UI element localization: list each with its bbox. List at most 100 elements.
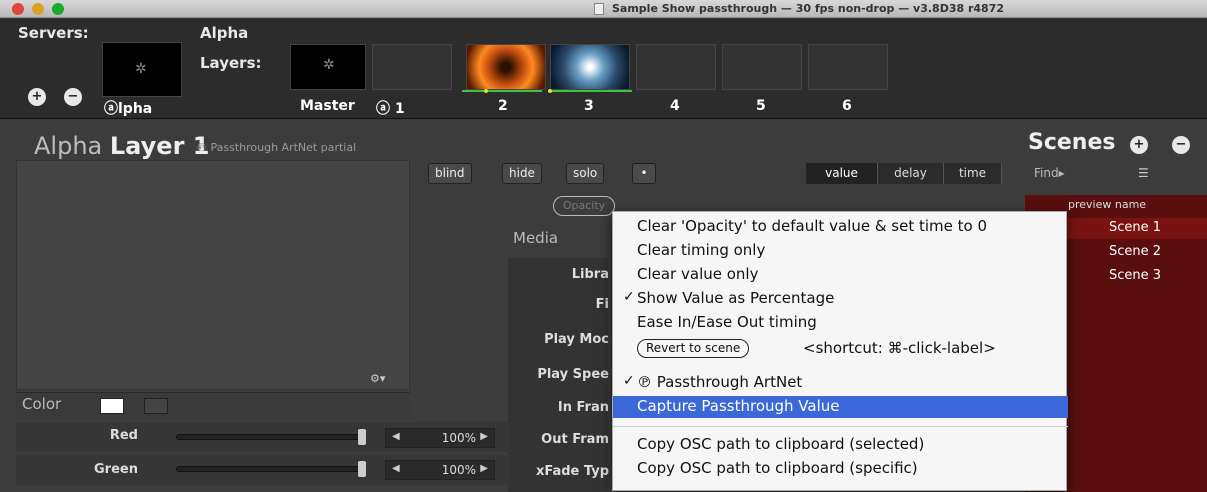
layer-2-progress (462, 90, 542, 92)
color-row (16, 392, 410, 420)
green-slider-track[interactable] (176, 466, 366, 472)
layer-label-6: 6 (842, 98, 852, 114)
filter-list-icon[interactable]: ☰ (1138, 166, 1149, 180)
menu-item-label: Clear value only (637, 265, 759, 283)
layer-preview (16, 160, 410, 390)
layer-tile-6[interactable] (808, 44, 888, 90)
blind-button[interactable]: blind (428, 163, 472, 184)
green-value: 100% (441, 463, 476, 477)
checkmark-icon: ✓ (623, 289, 635, 305)
remove-server-button[interactable]: − (64, 88, 82, 106)
layer-tile-3[interactable] (550, 44, 630, 90)
hide-button[interactable]: hide (502, 163, 542, 184)
scene-name: Scene 2 (1109, 244, 1162, 259)
media-row-file: Fi (595, 297, 609, 312)
minus-icon: − (67, 89, 79, 104)
minus-icon: − (1175, 137, 1187, 152)
green-stepper[interactable]: ◀ 100% ▶ (385, 460, 495, 480)
increment-icon[interactable]: ▶ (480, 463, 488, 474)
revert-to-scene-button[interactable]: Revert to scene (637, 339, 750, 358)
menu-item-copy-osc-specific[interactable]: Copy OSC path to clipboard (specific) (613, 458, 1068, 480)
menu-item-label: Capture Passthrough Value (637, 397, 840, 415)
layer-3-marker (548, 89, 552, 93)
layer-subtitle: ℗ Passthrough ArtNet partial (196, 141, 357, 154)
menu-item-show-percentage[interactable]: ✓ Show Value as Percentage (613, 288, 1068, 310)
layer-2-marker (484, 89, 488, 93)
green-slider-handle[interactable] (358, 461, 366, 477)
layer-tile-4[interactable] (636, 44, 716, 90)
layer-label-master: Master (300, 98, 355, 114)
add-server-button[interactable]: + (28, 88, 46, 106)
logo-icon: ✲ (323, 57, 335, 73)
menu-item-clear-default[interactable]: Clear 'Opacity' to default value & set t… (613, 216, 1068, 238)
add-scene-button[interactable]: + (1130, 136, 1148, 154)
menu-item-revert-to-scene[interactable]: Revert to scene <shortcut: ⌘-click-label… (613, 338, 1068, 360)
media-row-xfade-type: xFade Typ (535, 464, 609, 479)
layer-label-2: 2 (498, 98, 508, 114)
zoom-window-button[interactable] (52, 3, 64, 15)
menu-item-label: ℗ Passthrough ArtNet (637, 373, 803, 391)
menu-item-label: Clear timing only (637, 241, 766, 259)
color-swatch-secondary[interactable] (144, 398, 168, 414)
menu-item-clear-value[interactable]: Clear value only (613, 264, 1068, 286)
menu-item-passthrough-artnet[interactable]: ✓ ℗ Passthrough ArtNet (613, 372, 1068, 394)
layer-tile-1[interactable] (372, 44, 452, 90)
red-slider-track[interactable] (176, 434, 366, 440)
scenes-title-text: Scenes (1028, 130, 1116, 155)
tab-delay[interactable]: delay (878, 163, 944, 184)
scenes-column-header: preview name (1068, 198, 1147, 211)
red-stepper[interactable]: ◀ 100% ▶ (385, 428, 495, 448)
checkmark-icon: ✓ (623, 373, 635, 389)
layer-label-5: 5 (756, 98, 766, 114)
server-thumbnail-alpha[interactable]: ✲ (102, 42, 182, 97)
scene-name: Scene 3 (1109, 268, 1162, 283)
gear-icon[interactable]: ⚙▾ (370, 372, 385, 385)
opacity-label-button[interactable]: Opacity (553, 196, 615, 216)
layer-heading: Alpha Layer 1 (34, 132, 209, 160)
logo-icon: ✲ (135, 61, 147, 77)
scene-name: Scene 1 (1109, 220, 1162, 235)
decrement-icon[interactable]: ◀ (392, 431, 400, 442)
layer-tile-5[interactable] (722, 44, 802, 90)
alpha-label: Alpha (200, 24, 249, 42)
media-row-play-speed: Play Spee (537, 367, 609, 382)
layer-3-progress (548, 90, 632, 92)
tab-time[interactable]: time (944, 163, 1002, 184)
servers-label: Servers: (18, 24, 89, 42)
layer-label-3: 3 (584, 98, 594, 114)
menu-separator (613, 426, 1068, 427)
media-row-library: Libra (571, 267, 609, 282)
menu-item-ease-timing[interactable]: Ease In/Ease Out timing (613, 312, 1068, 334)
layer-label-4: 4 (670, 98, 680, 114)
remove-scene-button[interactable]: − (1172, 136, 1190, 154)
increment-icon[interactable]: ▶ (480, 431, 488, 442)
menu-item-capture-passthrough[interactable]: Capture Passthrough Value (613, 396, 1068, 418)
menu-item-shortcut: <shortcut: ⌘-click-label> (803, 339, 996, 357)
layer-heading-main: Layer 1 (109, 132, 210, 160)
dot-button[interactable]: • (632, 163, 656, 184)
layer-thumbnail-master[interactable]: ✲ (290, 44, 366, 90)
media-section-label: Media (513, 229, 559, 247)
layers-label: Layers: (200, 54, 262, 72)
window-title: Sample Show passthrough — 30 fps non-dro… (612, 2, 1005, 15)
decrement-icon[interactable]: ◀ (392, 463, 400, 474)
red-slider-handle[interactable] (358, 429, 366, 445)
media-row-play-mode: Play Moc (544, 332, 609, 347)
menu-item-label: Clear 'Opacity' to default value & set t… (637, 217, 988, 235)
close-window-button[interactable] (12, 3, 24, 15)
tab-value[interactable]: value (806, 163, 878, 184)
color-swatch[interactable] (100, 398, 124, 414)
color-label: Color (22, 395, 62, 413)
layer-tile-2[interactable] (466, 44, 546, 90)
scene-find-label[interactable]: Find▸ (1034, 166, 1065, 180)
minimize-window-button[interactable] (32, 3, 44, 15)
menu-item-clear-timing[interactable]: Clear timing only (613, 240, 1068, 262)
param-name-green: Green (94, 462, 138, 477)
window-titlebar: Sample Show passthrough — 30 fps non-dro… (0, 0, 1207, 18)
media-row-in-frame: In Fran (557, 400, 609, 415)
layer-heading-prefix: Alpha (34, 132, 103, 160)
layer-label-1: ⓐ 1 (376, 101, 405, 117)
solo-button[interactable]: solo (566, 163, 605, 184)
menu-item-copy-osc-selected[interactable]: Copy OSC path to clipboard (selected) (613, 434, 1068, 456)
media-row-out-frame: Out Fram (541, 432, 609, 447)
